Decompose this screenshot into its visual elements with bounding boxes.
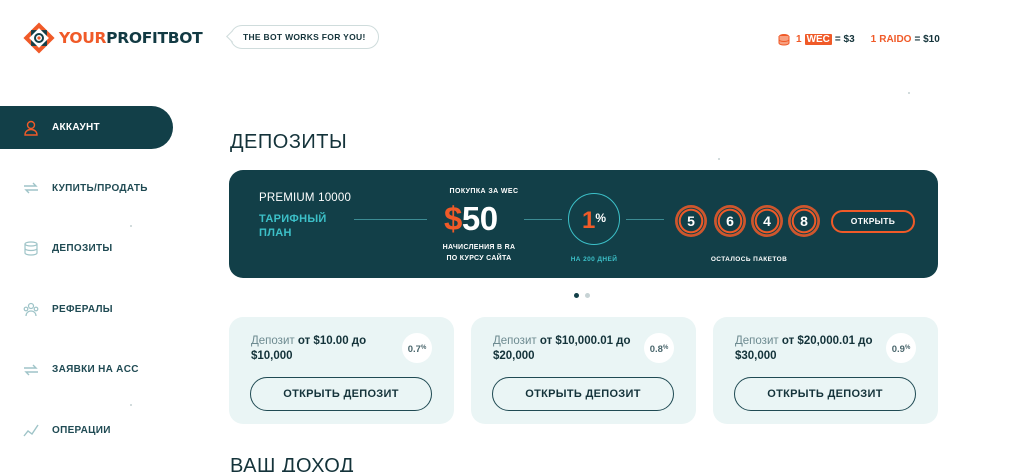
wec-amount: 1: [796, 34, 802, 45]
connector-line: [524, 219, 562, 220]
sidebar-item-referrals[interactable]: РЕФЕРАЛЫ: [0, 288, 175, 331]
wec-badge: WEC: [804, 34, 832, 45]
plan-name: PREMIUM 10000: [259, 192, 352, 204]
logo-text: YOURPROFITBOT: [59, 29, 203, 47]
carousel-dot-active[interactable]: [574, 293, 579, 298]
duration-label: НА 200 ДНЕЙ: [570, 256, 618, 263]
price-currency: $: [444, 200, 462, 237]
deposit-card: Депозит от $10,000.01 до $20,000 0.8% ОТ…: [471, 317, 696, 424]
wec-rate-value: = $3: [834, 34, 855, 45]
plan-label: ТАРИФНЫЙ ПЛАН: [259, 213, 327, 239]
deposit-card: Депозит от $10.00 до $10,000 0.7% ОТКРЫТ…: [229, 317, 454, 424]
decorative-dot: [130, 404, 132, 406]
transfer-icon: [24, 364, 38, 375]
logo-icon: [23, 22, 55, 54]
coins-icon: [24, 240, 38, 256]
page-title: ДЕПОЗИТЫ: [230, 131, 348, 153]
open-deposit-button[interactable]: ОТКРЫТЬ ДЕПОЗИТ: [734, 377, 916, 411]
open-plan-button[interactable]: ОТКРЫТЬ: [831, 210, 915, 233]
referrals-icon: [23, 302, 39, 317]
open-deposit-button[interactable]: ОТКРЫТЬ ДЕПОЗИТ: [250, 377, 432, 411]
carousel-dot[interactable]: [585, 293, 590, 298]
carousel-dots: [574, 293, 590, 298]
raido-rate-value: = $10: [914, 34, 940, 45]
sidebar-item-label: РЕФЕРАЛЫ: [52, 303, 113, 315]
sidebar-item-label: ОПЕРАЦИИ: [52, 424, 111, 436]
raido-label: RAIDO: [879, 34, 912, 45]
sidebar-item-account[interactable]: АККАУНТ: [0, 106, 173, 149]
user-icon: [24, 120, 38, 136]
connector-line: [354, 219, 427, 220]
exchange-rates: 1 WEC = $3 1 RAIDO = $10: [778, 33, 940, 46]
packages-digit: 5: [675, 205, 707, 237]
percent-value: 1: [581, 207, 596, 234]
packages-digit: 6: [714, 205, 746, 237]
sidebar-item-label: ДЕПОЗИТЫ: [52, 243, 113, 254]
sidebar-item-operations[interactable]: ОПЕРАЦИИ: [0, 409, 175, 452]
deposit-range: Депозит от $10,000.01 до $20,000: [493, 335, 631, 362]
decorative-dot: [718, 158, 720, 160]
sidebar-item-label: ЗАЯВКИ НА ACC: [52, 364, 139, 375]
coins-icon: [778, 34, 790, 46]
deposit-rate: 0.7%: [402, 333, 432, 363]
packages-digit: 4: [751, 205, 783, 237]
decorative-dot: [130, 225, 132, 227]
exchange-icon: [24, 182, 38, 194]
logo[interactable]: YOURPROFITBOT: [23, 22, 203, 54]
sidebar-item-label: АККАУНТ: [52, 122, 100, 133]
slogan-bubble: THE BOT WORKS FOR YOU!: [230, 25, 379, 49]
percent-sign: %: [595, 211, 607, 225]
raido-amount: 1: [870, 34, 877, 45]
buy-label: ПОКУПКА ЗА WEC: [449, 188, 519, 195]
packages-left-label: ОСТАЛОСЬ ПАКЕТОВ: [710, 256, 788, 263]
income-section-title: ВАШ ДОХОД: [230, 455, 354, 472]
plan-price: $50: [444, 200, 498, 238]
price-value: 50: [461, 200, 498, 237]
sidebar-item-acc-requests[interactable]: ЗАЯВКИ НА ACC: [0, 348, 175, 391]
open-deposit-button[interactable]: ОТКРЫТЬ ДЕПОЗИТ: [492, 377, 674, 411]
sidebar-nav: АККАУНТ КУПИТЬ/ПРОДАТЬ ДЕПОЗИТЫ РЕФЕРАЛЫ…: [0, 106, 175, 469]
sidebar-item-deposits[interactable]: ДЕПОЗИТЫ: [0, 227, 175, 270]
accrual-note: НАЧИСЛЕНИЯ В RA ПО КУРСУ САЙТА: [442, 244, 516, 262]
deposit-range: Депозит от $20,000.01 до $30,000: [735, 335, 873, 362]
deposit-rate: 0.8%: [644, 333, 674, 363]
sidebar-item-label: КУПИТЬ/ПРОДАТЬ: [52, 182, 148, 194]
premium-plan-banner: PREMIUM 10000 ТАРИФНЫЙ ПЛАН ПОКУПКА ЗА W…: [229, 170, 938, 278]
deposit-card: Депозит от $20,000.01 до $30,000 0.9% ОТ…: [713, 317, 938, 424]
decorative-dot: [908, 92, 910, 94]
sidebar-item-buy-sell[interactable]: КУПИТЬ/ПРОДАТЬ: [0, 167, 175, 210]
connector-line: [626, 219, 664, 220]
chart-line-icon: [23, 424, 39, 437]
packages-digit: 8: [788, 205, 820, 237]
deposit-range: Депозит от $10.00 до $10,000: [251, 335, 367, 362]
deposit-rate: 0.9%: [886, 333, 916, 363]
percent-ring: 1%: [568, 193, 620, 245]
